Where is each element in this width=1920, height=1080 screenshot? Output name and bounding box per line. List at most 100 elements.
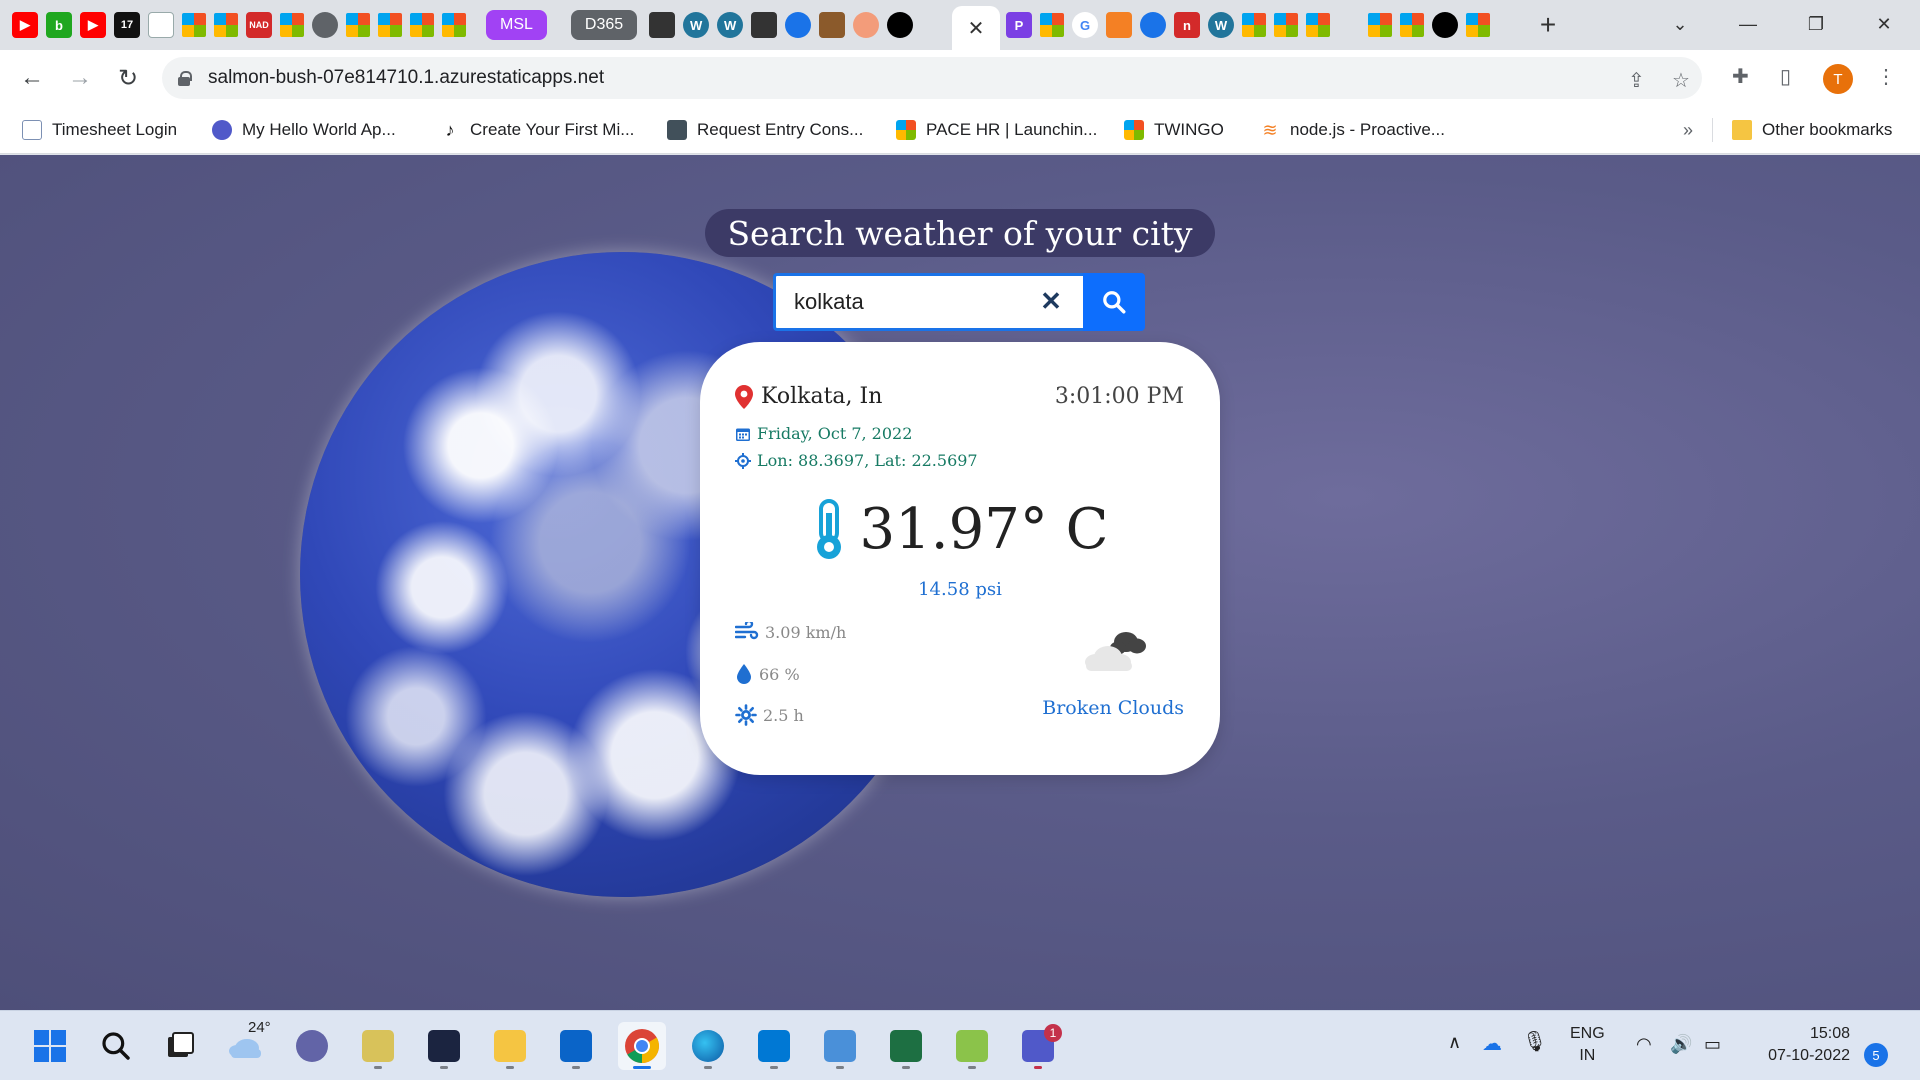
microsoft-tab-icon[interactable]: [1274, 13, 1298, 37]
file-explorer-app[interactable]: [486, 1022, 534, 1070]
excel-app[interactable]: [882, 1022, 930, 1070]
youtube-tab-icon[interactable]: ▶: [80, 12, 106, 38]
globe-tab-icon[interactable]: [312, 12, 338, 38]
mic-muted-icon[interactable]: 🎙: [1522, 1031, 1547, 1053]
running-indicator: [836, 1066, 844, 1069]
bookmark-request-entry[interactable]: Request Entry Cons...: [667, 118, 863, 142]
microsoft-tab-icon[interactable]: [182, 13, 206, 37]
wifi-icon[interactable]: ◠: [1636, 1033, 1652, 1055]
document-tab-icon[interactable]: [148, 12, 174, 38]
microsoft-tab-icon[interactable]: [378, 13, 402, 37]
microsoft-tab-icon[interactable]: [1466, 13, 1490, 37]
wordpress-tab-icon[interactable]: W: [717, 12, 744, 38]
tab-group-d365[interactable]: D365: [570, 10, 638, 40]
task-view-button[interactable]: [156, 1022, 204, 1070]
tray-overflow-icon[interactable]: ∧: [1448, 1031, 1461, 1053]
windows-logo-icon: [34, 1030, 66, 1062]
tab-search-icon[interactable]: ⌄: [1660, 8, 1700, 40]
weather-condition: Broken Clouds: [1042, 697, 1184, 719]
notification-center-badge[interactable]: 5: [1864, 1043, 1888, 1067]
teams-app[interactable]: 1: [1014, 1022, 1062, 1070]
wordpress-tab-icon[interactable]: W: [683, 12, 710, 38]
outlook-app[interactable]: [552, 1022, 600, 1070]
close-tab-icon[interactable]: ✕: [968, 16, 985, 41]
bookmarks-overflow-icon[interactable]: »: [1683, 120, 1693, 141]
microsoft-tab-icon[interactable]: [1306, 13, 1330, 37]
forward-arrow-icon[interactable]: →: [64, 62, 96, 94]
taskbar-search[interactable]: [92, 1022, 140, 1070]
bookmark-timesheet[interactable]: Timesheet Login: [22, 118, 177, 142]
share-icon[interactable]: ⇪: [1628, 68, 1645, 93]
volume-icon[interactable]: 🔊: [1670, 1033, 1692, 1055]
notes-app[interactable]: [354, 1022, 402, 1070]
wordpress-tab-icon[interactable]: W: [1208, 12, 1234, 38]
sync-tab-icon[interactable]: [1140, 12, 1166, 38]
restore-icon[interactable]: ❐: [1796, 8, 1836, 40]
microsoft-tab-icon[interactable]: [410, 13, 434, 37]
edge-app[interactable]: [684, 1022, 732, 1070]
bookmark-nodejs[interactable]: ≋ node.js - Proactive...: [1260, 118, 1445, 142]
address-bar[interactable]: salmon-bush-07e814710.1.azurestaticapps.…: [162, 57, 1702, 99]
battery-icon[interactable]: ▭: [1704, 1033, 1721, 1055]
bookmark-star-icon[interactable]: ☆: [1672, 68, 1690, 93]
kubernetes-app[interactable]: [420, 1022, 468, 1070]
chrome-app[interactable]: [618, 1022, 666, 1070]
start-button[interactable]: [26, 1022, 74, 1070]
microsoft-tab-icon[interactable]: [442, 13, 466, 37]
date-row: Friday, Oct 7, 2022: [735, 424, 912, 443]
new-tab-button[interactable]: +: [1530, 9, 1566, 40]
search-button[interactable]: [1083, 273, 1145, 331]
blue-tab-icon[interactable]: [785, 12, 812, 38]
microsoft-tab-icon[interactable]: [1242, 13, 1266, 37]
clear-search-icon[interactable]: ✕: [1036, 286, 1066, 316]
n-tab-icon[interactable]: n: [1174, 12, 1200, 38]
reload-icon[interactable]: ↻: [112, 62, 144, 94]
microsoft-tab-icon[interactable]: [280, 13, 304, 37]
side-panel-icon[interactable]: ▯: [1780, 64, 1791, 89]
bookmark-hello-world[interactable]: My Hello World Ap...: [212, 118, 396, 142]
moose-tab-icon[interactable]: [819, 12, 846, 38]
b-tab-icon[interactable]: b: [46, 12, 72, 38]
input-language[interactable]: ENG IN: [1570, 1023, 1605, 1067]
city-name: Kolkata, In: [761, 384, 883, 409]
github-tab-icon[interactable]: [1432, 12, 1458, 38]
close-window-icon[interactable]: ✕: [1864, 8, 1904, 40]
nad-tab-icon[interactable]: NAD: [246, 12, 272, 38]
lock-icon[interactable]: [178, 71, 192, 86]
profile-avatar[interactable]: T: [1823, 64, 1853, 94]
url-text[interactable]: salmon-bush-07e814710.1.azurestaticapps.…: [208, 67, 604, 89]
microsoft-tab-icon[interactable]: [1400, 13, 1424, 37]
dark-tab-icon[interactable]: [649, 12, 676, 38]
tab-group-msl[interactable]: MSL: [486, 10, 547, 40]
dark-tab-icon[interactable]: [751, 12, 778, 38]
notepad-app[interactable]: [816, 1022, 864, 1070]
clock[interactable]: 15:08 07-10-2022: [1746, 1023, 1850, 1067]
bookmark-twingo[interactable]: TWINGO: [1124, 118, 1224, 142]
bookmark-create-first[interactable]: ♪ Create Your First Mi...: [440, 118, 635, 142]
microsoft-tab-icon[interactable]: [1040, 13, 1064, 37]
p-tab-icon[interactable]: P: [1006, 12, 1032, 38]
search-icon: [102, 1032, 130, 1060]
back-arrow-icon[interactable]: ←: [16, 62, 48, 94]
youtube-tab-icon[interactable]: ▶: [12, 12, 38, 38]
microsoft-tab-icon[interactable]: [346, 13, 370, 37]
salmon-tab-icon[interactable]: [853, 12, 880, 38]
minimize-icon[interactable]: —: [1728, 8, 1768, 40]
extensions-icon[interactable]: ✚: [1732, 64, 1749, 89]
bookmark-pace-hr[interactable]: PACE HR | Launchin...: [896, 118, 1097, 142]
folder-icon: [494, 1030, 526, 1062]
stackoverflow-tab-icon[interactable]: [1106, 12, 1132, 38]
google-tab-icon[interactable]: G: [1072, 12, 1098, 38]
notepad-plus-app[interactable]: [948, 1022, 996, 1070]
vscode-app[interactable]: [750, 1022, 798, 1070]
other-bookmarks[interactable]: Other bookmarks: [1732, 118, 1892, 142]
microsoft-tab-icon[interactable]: [1368, 13, 1392, 37]
microsoft-tab-icon[interactable]: [214, 13, 238, 37]
github-tab-icon[interactable]: [887, 12, 914, 38]
teams-chat-app[interactable]: [288, 1022, 336, 1070]
seventeen-tab-icon[interactable]: 17: [114, 12, 140, 38]
onedrive-icon[interactable]: ☁: [1482, 1033, 1502, 1055]
active-tab[interactable]: ✕: [952, 6, 1000, 50]
pinned-tabs: ▶ b ▶ 17 NAD MSL D365 W W: [12, 10, 921, 40]
menu-kebab-icon[interactable]: ⋮: [1876, 64, 1896, 89]
